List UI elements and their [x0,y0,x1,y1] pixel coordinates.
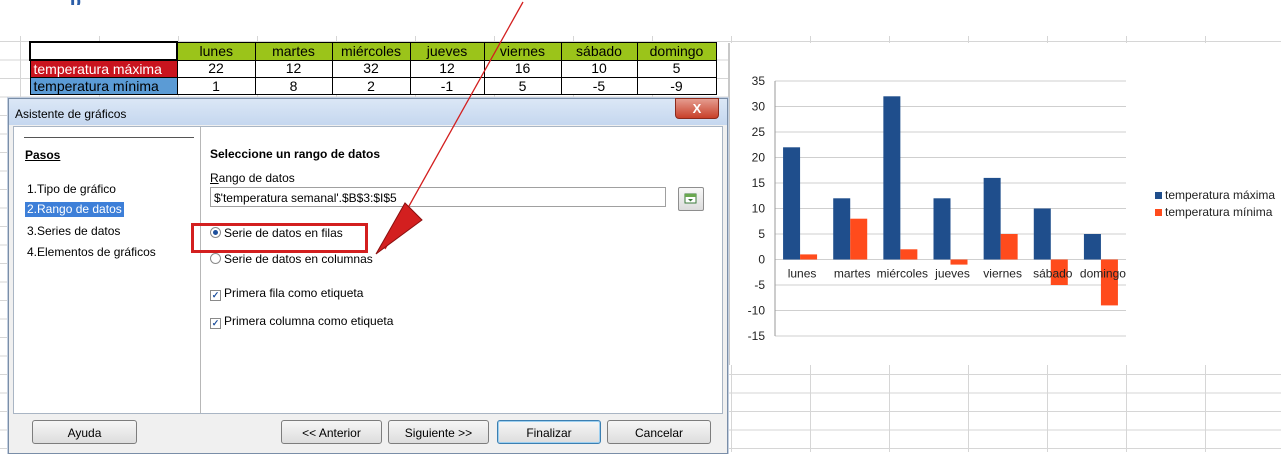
y-tick-label: -10 [748,304,766,318]
table-row: temperatura máxima 22 12 32 12 16 10 5 [29,59,717,78]
annotation-highlight-box [191,223,368,253]
range-label: Rango de datos [210,171,295,185]
temperature-table: lunes martes miércoles jueves viernes sá… [29,41,717,95]
legend-label: temperatura mínima [1165,205,1273,219]
steps-pane: Pasos 1.Tipo de gráfico 2.Rango de datos… [14,127,201,413]
bar-max [1083,234,1101,260]
y-tick-label: 15 [752,176,766,190]
bar-max [983,177,1001,260]
steps-title: Pasos [25,148,61,162]
next-button[interactable]: Siguiente >> [388,420,489,444]
bar-max [1033,208,1051,260]
row-label-min[interactable]: temperatura mínima [29,77,178,95]
first-column-label-option[interactable]: ✓ Primera columna como etiqueta [210,313,393,329]
content-title: Seleccione un rango de datos [210,147,381,161]
bar-max [783,147,801,260]
close-icon: X [692,101,702,116]
table-cell[interactable]: 2 [331,77,411,95]
day-header[interactable]: viernes [483,41,562,61]
first-column-label-text: Primera columna como etiqueta [224,314,394,328]
bar-min [850,218,868,260]
cancel-button[interactable]: Cancelar [607,420,711,444]
bar-max [883,96,901,260]
data-range-input[interactable]: $'temperatura semanal'.$B$3:$I$5 [210,187,666,207]
table-cell[interactable]: 1 [176,77,256,95]
table-cell[interactable]: 8 [254,77,333,95]
bar-min [800,254,818,260]
dialog-body: Pasos 1.Tipo de gráfico 2.Rango de datos… [13,126,723,414]
x-tick-label: sábado [1033,267,1073,281]
y-tick-label: 30 [752,100,766,114]
table-cell[interactable]: 12 [254,59,333,78]
legend-swatch [1155,192,1162,199]
day-header[interactable]: domingo [636,41,717,61]
first-row-label-option[interactable]: ✓ Primera fila como etiqueta [210,285,363,301]
bar-max [933,198,951,260]
x-tick-label: lunes [788,267,817,281]
table-cell[interactable]: -9 [636,77,717,95]
range-label-text: ango de datos [218,171,295,185]
bar-min [950,259,968,265]
x-tick-label: miércoles [877,267,928,281]
step-chart-type[interactable]: 1.Tipo de gráfico [25,182,118,197]
table-row: temperatura mínima 1 8 2 -1 5 -5 -9 [29,77,717,95]
day-header[interactable]: lunes [176,41,256,61]
range-picker-button[interactable] [678,187,704,211]
bar-min [1000,234,1018,260]
day-header[interactable]: jueves [409,41,485,61]
checkbox-checked-icon[interactable]: ✓ [210,318,221,329]
y-tick-label: -5 [754,278,765,292]
radio-columns-label: Serie de datos en columnas [224,252,373,266]
dialog-title: Asistente de gráficos [15,107,127,121]
checkbox-checked-icon[interactable]: ✓ [210,290,221,301]
legend-label: temperatura máxima [1165,188,1275,202]
table-cell[interactable]: -1 [409,77,485,95]
y-tick-label: 0 [758,253,765,267]
help-button[interactable]: Ayuda [32,420,137,444]
table-cell[interactable]: -5 [560,77,638,95]
bar-chart: 35 30 25 20 15 10 5 0 -5 -10 -15 lunes martes miércol… [748,74,1276,343]
page-heading-fragment: p [70,0,81,5]
y-tick-label: 5 [758,227,765,241]
step-data-range[interactable]: 2.Rango de datos [25,202,124,217]
shrink-range-icon [684,193,697,204]
y-tick-label: 35 [752,74,766,88]
table-corner-cell[interactable] [29,41,178,61]
y-tick-label: -15 [748,329,766,343]
table-cell[interactable]: 12 [409,59,485,78]
x-tick-label: domingo [1080,267,1126,281]
day-header[interactable]: miércoles [331,41,411,61]
y-tick-label: 20 [752,151,766,165]
y-tick-label: 10 [752,202,766,216]
steps-divider [24,137,194,138]
bar-min [900,249,918,260]
first-row-label-text: Primera fila como etiqueta [224,286,364,300]
table-cell[interactable]: 22 [176,59,256,78]
dialog-button-bar: Ayuda << Anterior Siguiente >> Finalizar… [9,412,727,453]
table-cell[interactable]: 32 [331,59,411,78]
table-cell[interactable]: 16 [483,59,562,78]
table-cell[interactable]: 5 [636,59,717,78]
back-button[interactable]: << Anterior [281,420,382,444]
table-cell[interactable]: 5 [483,77,562,95]
step-data-series[interactable]: 3.Series de datos [25,224,122,239]
radio-columns-option[interactable]: Serie de datos en columnas [210,251,373,267]
x-tick-label: viernes [983,267,1022,281]
y-tick-label: 25 [752,125,766,139]
finish-button[interactable]: Finalizar [497,420,601,444]
step-chart-elements[interactable]: 4.Elementos de gráficos [25,245,158,260]
day-header[interactable]: martes [254,41,333,61]
x-tick-label: jueves [934,267,970,281]
day-header[interactable]: sábado [560,41,638,61]
x-tick-label: martes [834,267,871,281]
radio-unselected-icon[interactable] [210,253,221,264]
bar-max [833,198,851,260]
row-label-max[interactable]: temperatura máxima [29,59,178,78]
dialog-titlebar[interactable]: Asistente de gráficos X [9,98,727,125]
chart-wizard-dialog: Asistente de gráficos X Pasos 1.Tipo de … [8,98,728,454]
legend-swatch [1155,209,1162,216]
close-button[interactable]: X [675,98,719,119]
table-cell[interactable]: 10 [560,59,638,78]
